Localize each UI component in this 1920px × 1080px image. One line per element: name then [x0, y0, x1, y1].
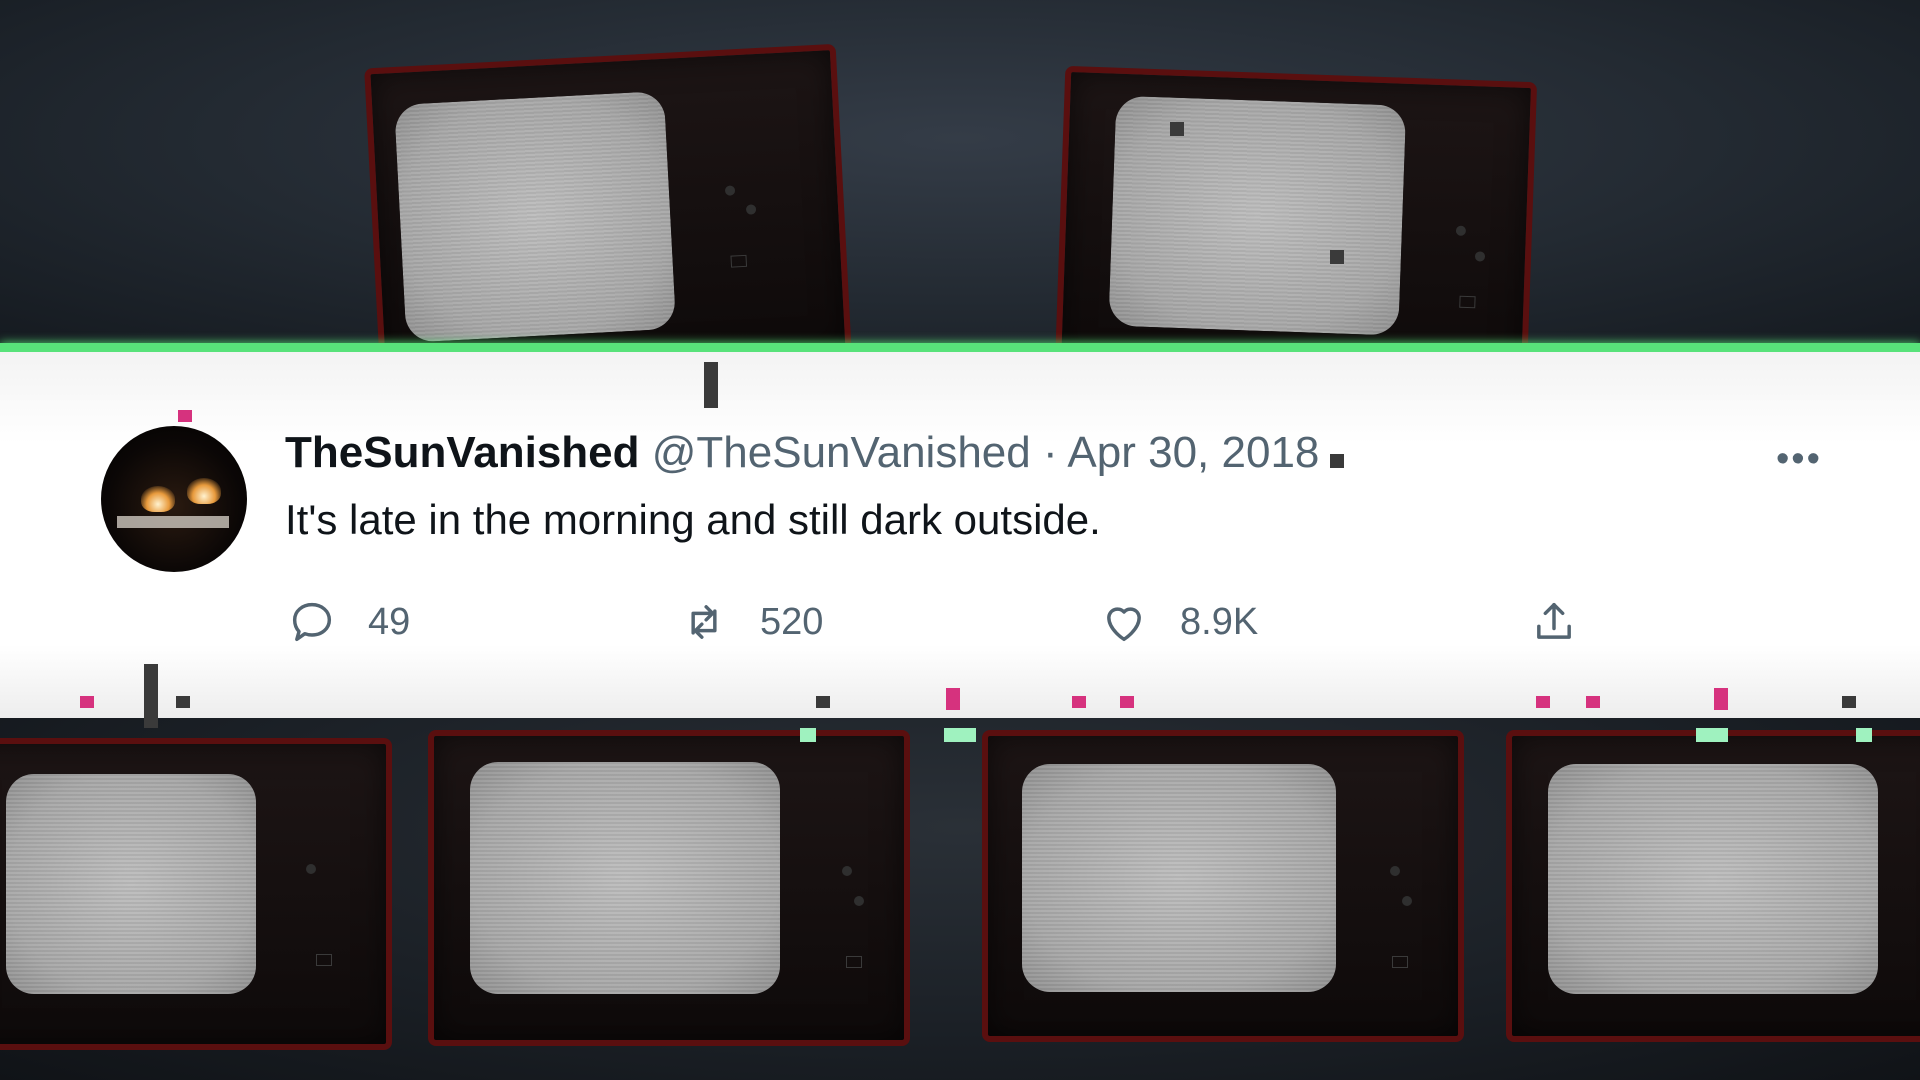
share-button[interactable] [1528, 592, 1580, 652]
tv-grill [846, 956, 862, 968]
glitch-block [1714, 688, 1728, 710]
reply-button[interactable]: 49 [286, 592, 410, 652]
avatar[interactable] [101, 426, 247, 572]
static-screen [394, 90, 677, 343]
static-screen [6, 774, 256, 994]
tv-set [1506, 730, 1920, 1042]
retweet-button[interactable]: 520 [678, 592, 823, 652]
tv-grill [316, 954, 332, 966]
tv-set [0, 738, 392, 1050]
separator: · [1042, 428, 1058, 477]
handle[interactable]: @TheSunVanished [652, 428, 1031, 477]
retweet-count: 520 [760, 600, 824, 643]
tv-knob [1402, 896, 1412, 906]
glitch-block [704, 362, 718, 408]
tv-knob [1390, 866, 1400, 876]
tv-knob [1474, 251, 1486, 262]
avatar-detail [117, 516, 229, 528]
share-icon [1537, 602, 1571, 639]
glitch-block [1330, 250, 1344, 264]
glitch-block [1072, 696, 1086, 708]
tv-knob [724, 185, 736, 196]
tv-background-bottom [0, 718, 1920, 1080]
tv-set [364, 43, 852, 346]
glitch-block [816, 696, 830, 708]
glitch-block [1536, 696, 1550, 708]
tv-knob [842, 866, 852, 876]
tv-background-top [0, 0, 1920, 346]
retweet-icon [691, 605, 717, 639]
glitch-block [800, 728, 816, 742]
glitch-block [176, 696, 190, 708]
like-count: 8.9K [1180, 600, 1259, 643]
tweet-text: It's late in the morning and still dark … [285, 496, 1101, 543]
glitch-block [144, 664, 158, 728]
glitch-block [1120, 696, 1134, 708]
tv-knob [1455, 225, 1467, 236]
glitch-block [944, 728, 976, 742]
glitch-block [1696, 728, 1728, 742]
tv-knob [854, 896, 864, 906]
static-screen [1108, 95, 1407, 336]
tv-set [428, 730, 910, 1046]
glitch-block [1330, 454, 1344, 468]
display-name[interactable]: TheSunVanished [285, 428, 640, 477]
tv-grill [1459, 295, 1476, 309]
tv-set [1054, 65, 1538, 346]
glitch-block [1170, 122, 1184, 136]
glitch-block [946, 688, 960, 710]
glitch-scanline [0, 343, 1920, 352]
tv-grill [1392, 956, 1408, 968]
avatar-flame [187, 478, 221, 504]
tweet-header: TheSunVanished @TheSunVanished · Apr 30,… [285, 428, 1319, 478]
tv-knob [745, 204, 757, 215]
tv-knob [306, 864, 316, 874]
avatar-flame [141, 486, 175, 512]
like-button[interactable]: 8.9K [1098, 592, 1258, 652]
tv-set [982, 730, 1464, 1042]
reply-icon [292, 602, 332, 642]
glitch-block [178, 410, 192, 422]
static-screen [1548, 764, 1878, 994]
heart-icon [1107, 607, 1141, 642]
glitch-block [1586, 696, 1600, 708]
tweet-date[interactable]: Apr 30, 2018 [1067, 428, 1319, 477]
static-screen [470, 762, 780, 994]
more-options-button[interactable]: ••• [1776, 438, 1822, 481]
reply-count: 49 [368, 600, 411, 643]
tv-grill [730, 254, 748, 268]
static-screen [1022, 764, 1336, 992]
glitch-block [80, 696, 94, 708]
glitch-block [1842, 696, 1856, 708]
glitch-block [1856, 728, 1872, 742]
